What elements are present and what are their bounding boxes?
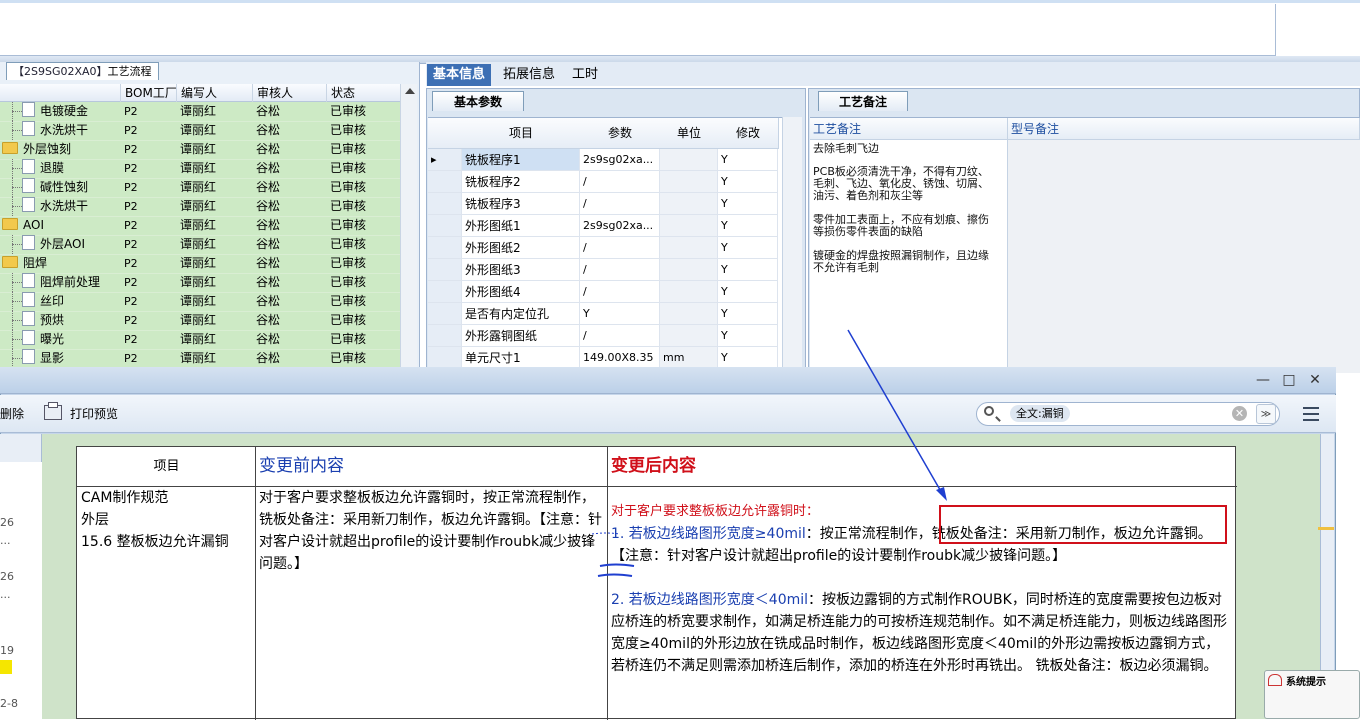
annotation-arrow-line xyxy=(847,329,944,496)
annotation-underline-1 xyxy=(599,563,635,567)
annotation-highlight-box xyxy=(939,505,1227,544)
annotation-underline-2 xyxy=(597,573,633,577)
annotation-dotted-mark xyxy=(591,532,621,535)
annotation-arrow-head xyxy=(936,487,947,501)
annotation-layer xyxy=(591,329,1227,577)
